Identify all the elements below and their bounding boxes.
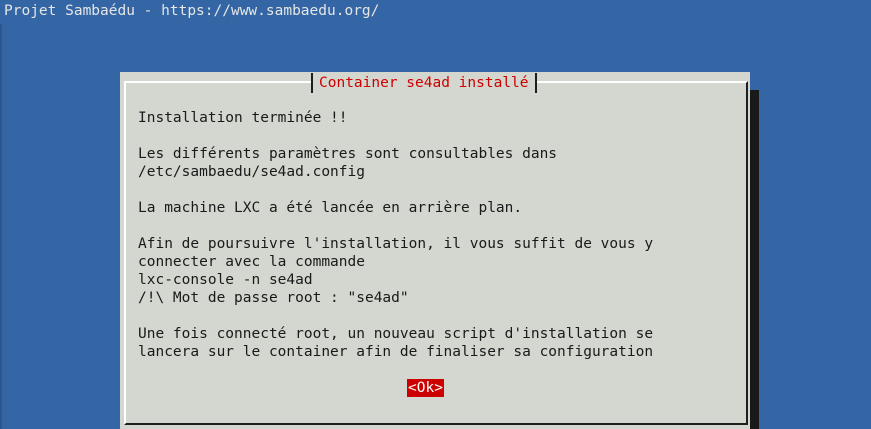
message-line: Une fois connecté root, un nouveau scrip… [138,326,654,342]
message-line: lancera sur le container afin de finalis… [138,344,654,360]
message-line: Les différents paramètres sont consultab… [138,146,558,162]
message-line [138,181,653,199]
terminal-left-edge [0,24,2,429]
message-line: /etc/sambaedu/se4ad.config [138,164,365,180]
message-line [138,307,653,325]
backtitle: Projet Sambaédu - https://www.sambaedu.o… [4,3,380,19]
ok-button[interactable]: <Ok> [407,379,444,397]
message-line: La machine LXC a été lancée en arrière p… [138,200,523,216]
message-line: /!\ Mot de passe root : "se4ad" [138,290,409,306]
message-line [138,217,653,235]
message-line: Installation terminée !! [138,110,348,126]
message-line: lxc-console -n se4ad [138,272,313,288]
message-line: connecter avec la commande [138,254,365,270]
message-line: Afin de poursuivre l'installation, il vo… [138,236,654,252]
dialog-title: Container se4ad installé [311,73,537,93]
dialog-message: Installation terminée !! Les différents … [138,109,653,361]
message-line [138,127,653,145]
message-dialog: Container se4ad installé Installation te… [120,72,750,429]
